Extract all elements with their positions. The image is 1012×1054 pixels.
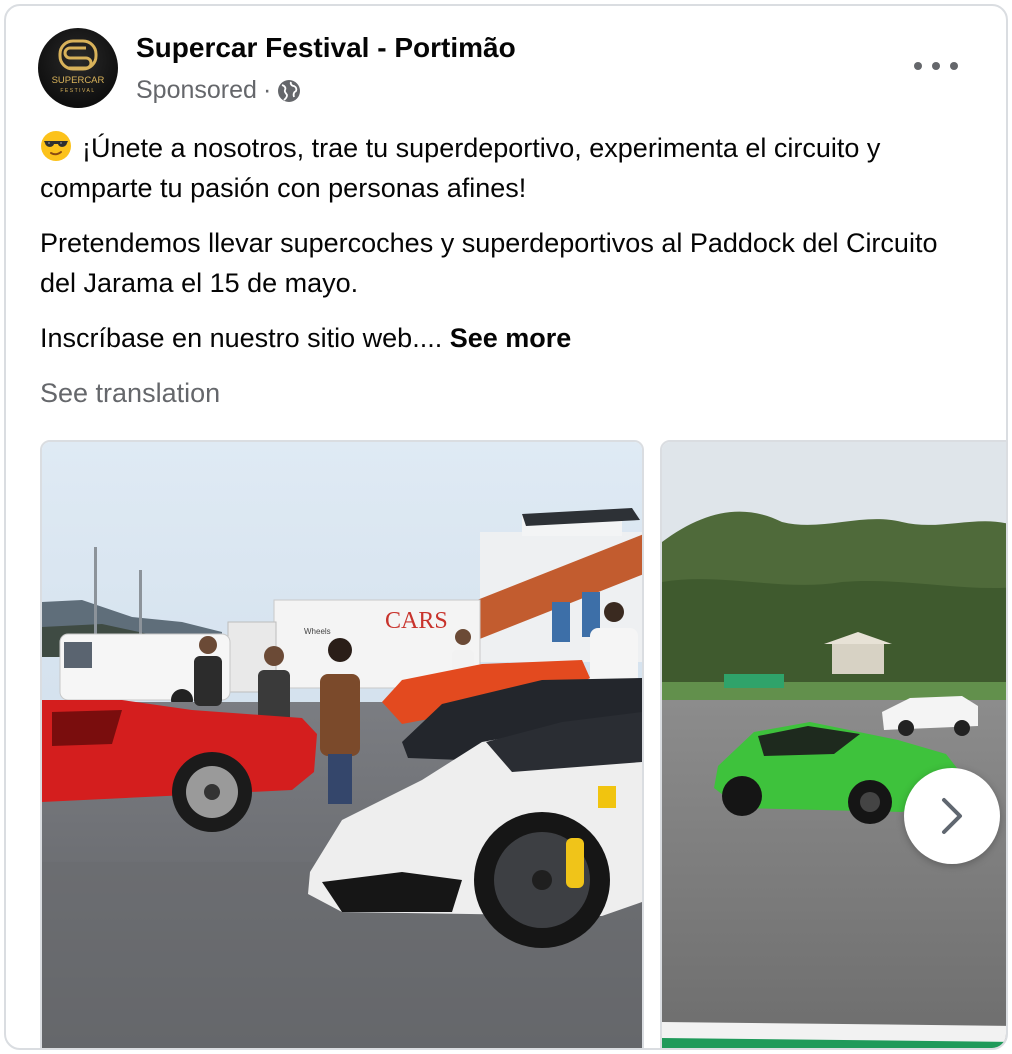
post-paragraph-2: Pretendemos llevar supercoches y superde… [40, 228, 938, 298]
more-dot [932, 62, 940, 70]
sponsored-label[interactable]: Sponsored [136, 76, 257, 105]
track-photo [662, 442, 1006, 1048]
page-avatar[interactable]: SUPERCAR FESTIVAL [38, 28, 118, 108]
more-options-button[interactable] [914, 56, 958, 76]
truck-wheels-sign: Wheels [304, 627, 331, 636]
see-translation-link[interactable]: See translation [40, 378, 220, 409]
post-text: ¡Únete a nosotros, trae tu superdeportiv… [40, 128, 980, 373]
image-carousel: CARS Wheels [40, 440, 1006, 1048]
carousel-next-button[interactable] [904, 768, 1000, 864]
sunglasses-face-icon [40, 130, 72, 162]
carousel-slide-2[interactable] [660, 440, 1006, 1048]
globe-icon [277, 79, 301, 103]
chevron-right-icon [942, 798, 962, 834]
paragraph-3-text: Inscríbase en nuestro sitio web.... [40, 323, 443, 353]
post-meta: Sponsored · [136, 76, 301, 105]
post-header: SUPERCAR FESTIVAL Supercar Festival - Po… [38, 28, 986, 112]
logo-text-sub: FESTIVAL [60, 88, 95, 94]
paddock-photo: CARS Wheels [42, 442, 642, 1048]
meta-separator: · [262, 76, 272, 104]
more-horizontal-icon [914, 62, 922, 70]
see-more-link[interactable]: See more [450, 323, 572, 353]
page-name-link[interactable]: Supercar Festival - Portimão [136, 32, 516, 64]
carousel-slide-1[interactable]: CARS Wheels [40, 440, 644, 1048]
paragraph-1-text: ¡Únete a nosotros, trae tu superdeportiv… [40, 133, 881, 203]
sponsored-post-card: SUPERCAR FESTIVAL Supercar Festival - Po… [4, 4, 1008, 1050]
post-paragraph-3: Inscríbase en nuestro sitio web.... See … [40, 318, 980, 358]
supercar-logo-icon: SUPERCAR FESTIVAL [52, 39, 105, 94]
more-dot [950, 62, 958, 70]
logo-text-main: SUPERCAR [52, 75, 105, 86]
truck-cars-sign: CARS [385, 608, 448, 634]
post-paragraph-1: ¡Únete a nosotros, trae tu superdeportiv… [40, 128, 980, 208]
